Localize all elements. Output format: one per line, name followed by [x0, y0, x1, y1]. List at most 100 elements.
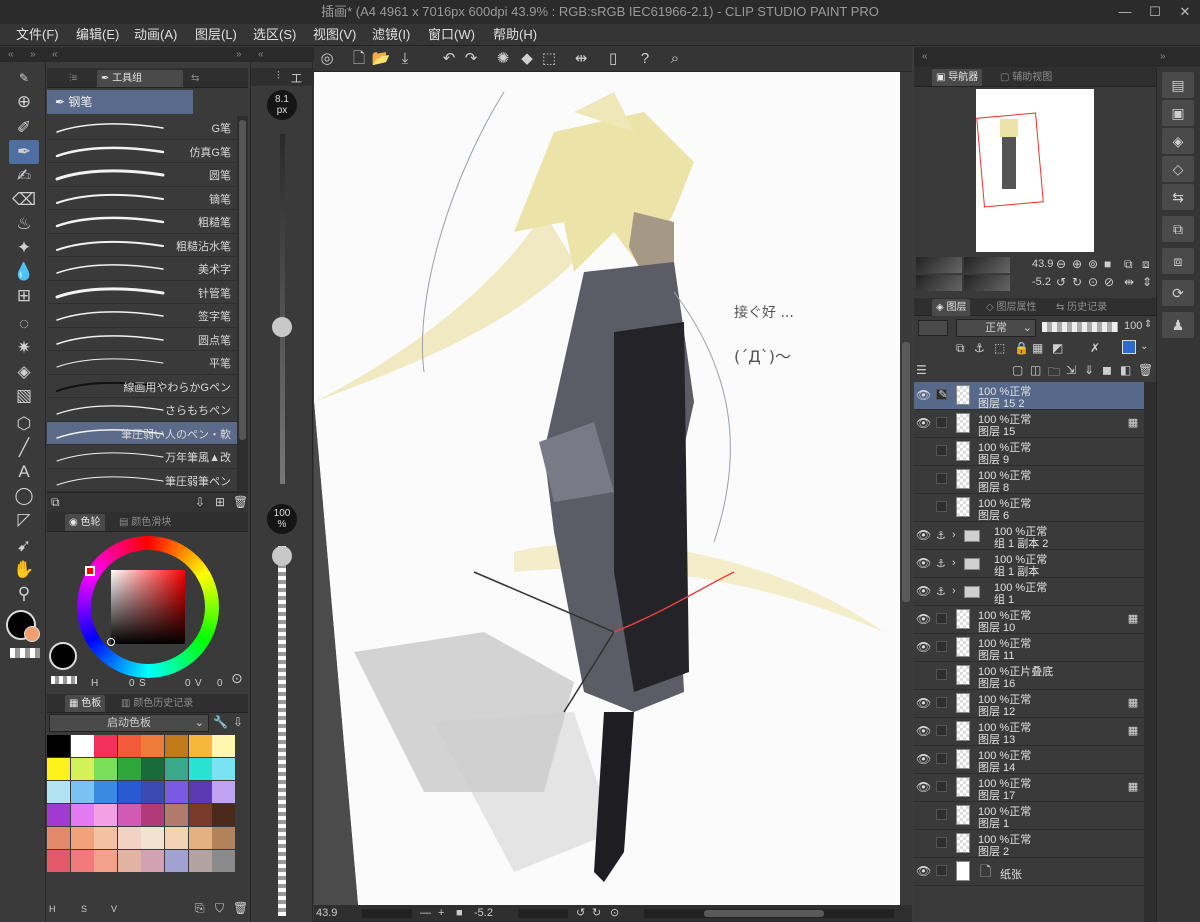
color-swatch[interactable]: [47, 804, 70, 826]
layer-menu-icon[interactable]: ☰: [916, 363, 927, 377]
redo-icon[interactable]: ↷: [460, 48, 482, 70]
layer-row[interactable]: 👁 ⚓ › 100 %正常组 1 副本 2: [914, 522, 1144, 550]
eye-icon[interactable]: 👁: [916, 556, 931, 570]
sv-cursor[interactable]: [107, 638, 115, 646]
fill-tool-icon[interactable]: ◈: [9, 360, 39, 384]
material-icon[interactable]: ▤: [1162, 72, 1194, 98]
reset-rotation-icon[interactable]: ⊙: [610, 905, 619, 922]
sub-color-chip[interactable]: [24, 626, 40, 642]
expand-icon[interactable]: »: [1160, 47, 1166, 67]
brush-item[interactable]: 線画用やわらかGペン: [47, 375, 237, 398]
layer-lock-checkbox[interactable]: [936, 725, 947, 736]
brush-item[interactable]: 仿真G笔: [47, 140, 237, 163]
color-swatch[interactable]: [212, 804, 236, 826]
layer-row[interactable]: 👁 100 %正常 图层 13 ▦: [914, 718, 1144, 746]
scrollbar-thumb[interactable]: [902, 342, 910, 602]
rotate-right-icon[interactable]: ↻: [1072, 275, 1082, 289]
layer-color-swatch[interactable]: [918, 320, 948, 336]
color-swatch[interactable]: [47, 781, 70, 803]
lasso-tool-icon[interactable]: ◌: [9, 312, 39, 336]
quick-access-icon[interactable]: ⧈: [1162, 248, 1194, 274]
expand-folder-icon[interactable]: ›: [952, 529, 956, 541]
tab-navigator[interactable]: ▣ 导航器: [932, 69, 983, 86]
actual-size-icon[interactable]: ■: [1104, 257, 1111, 271]
menu-file[interactable]: 文件(F): [16, 24, 59, 46]
color-swatch[interactable]: [141, 804, 165, 826]
reference-icon[interactable]: ⚓: [936, 557, 947, 570]
rotate-right-icon[interactable]: ↻: [592, 905, 601, 922]
eye-icon[interactable]: 👁: [916, 724, 931, 738]
layer-row[interactable]: 100 %正常 图层 9: [914, 438, 1144, 466]
brush-item[interactable]: 签字笔: [47, 304, 237, 328]
save-icon[interactable]: ⤓: [394, 48, 416, 70]
eyedropper-tool-icon[interactable]: ⚲: [9, 582, 39, 606]
airbrush-tool-icon[interactable]: ♨: [9, 212, 39, 236]
color-swatch[interactable]: [117, 804, 141, 826]
color-swatch[interactable]: [70, 781, 94, 803]
color-swatch[interactable]: [117, 758, 141, 780]
new-folder-icon[interactable]: 🗀: [1048, 363, 1060, 384]
balloon-tool-icon[interactable]: ◯: [9, 484, 39, 508]
opacity-slider-knob[interactable]: [272, 546, 292, 566]
brush-size-slider-track[interactable]: [280, 134, 285, 484]
animation-cel-icon[interactable]: ⇆: [1162, 184, 1194, 210]
brush-item[interactable]: 粗糙沾水笔: [47, 234, 237, 257]
color-swatch[interactable]: [141, 735, 165, 757]
expand-icon[interactable]: »: [236, 47, 242, 62]
tab-color-set[interactable]: ▦ 色板: [65, 695, 106, 712]
layer-lock-checkbox[interactable]: [936, 669, 947, 680]
layer-lock-checkbox[interactable]: [936, 417, 947, 428]
draft-layer-icon[interactable]: ⬚: [994, 341, 1005, 355]
layer-row[interactable]: 👁 100 %正常 图层 15 2 ✎: [914, 382, 1144, 410]
layer-row[interactable]: 👁 100 %正常 图层 14: [914, 746, 1144, 774]
copy-subtool-icon[interactable]: ⇩: [195, 495, 205, 509]
canvas-vertical-scrollbar[interactable]: [900, 72, 912, 905]
rotate-graph-2[interactable]: [964, 275, 1010, 291]
delete-subtool-icon[interactable]: 🗑: [233, 495, 248, 509]
layer-row[interactable]: 👁 100 %正常 图层 17 ▦: [914, 774, 1144, 802]
rotate-slider[interactable]: [518, 909, 568, 918]
help-icon[interactable]: ?: [634, 48, 656, 70]
hue-cursor[interactable]: [85, 566, 95, 576]
layer-row[interactable]: 👁 🗋 纸张: [914, 858, 1144, 886]
color-swatch[interactable]: [117, 850, 141, 872]
rotate-graph[interactable]: [916, 275, 962, 291]
color-swatch[interactable]: [47, 850, 70, 872]
saturation-value-square[interactable]: [111, 570, 185, 644]
palette-settings-icon[interactable]: 🔧: [213, 715, 228, 729]
zoom-out-icon[interactable]: —: [420, 905, 431, 922]
gradient-tool-icon[interactable]: ▧: [9, 384, 39, 408]
eye-hidden-slot[interactable]: [916, 836, 930, 850]
delete-layer-icon[interactable]: 🗑: [1138, 363, 1153, 377]
color-swatch[interactable]: [94, 804, 118, 826]
lock-icon[interactable]: 🔒: [1014, 341, 1029, 355]
reference-icon[interactable]: ⚓: [936, 529, 947, 542]
color-swatch[interactable]: [188, 850, 212, 872]
color-swatch[interactable]: [117, 781, 141, 803]
color-swatch[interactable]: [141, 758, 165, 780]
line-tool-icon[interactable]: ╱: [9, 436, 39, 460]
canvas-area[interactable]: 接ぐ好 ... (´Д`)〜: [314, 72, 912, 905]
layer-lock-checkbox[interactable]: [936, 781, 947, 792]
flip-horizontal-icon[interactable]: ⇹: [1124, 275, 1134, 289]
fill-selection-icon[interactable]: ◆: [516, 48, 538, 70]
eye-icon[interactable]: 👁: [916, 864, 931, 878]
brush-item[interactable]: 圆点笔: [47, 328, 237, 351]
layer-opacity-value[interactable]: 100: [1124, 320, 1142, 332]
fit-icon[interactable]: ■: [456, 905, 463, 922]
brush-item[interactable]: 美术字: [47, 257, 237, 281]
minimize-button[interactable]: —: [1110, 0, 1140, 24]
layer-lock-checkbox[interactable]: [936, 697, 947, 708]
brush-item[interactable]: 万年筆風▲改: [47, 445, 237, 469]
layer-row[interactable]: 100 %正常 图层 1: [914, 802, 1144, 830]
scrollbar-thumb[interactable]: [704, 910, 824, 917]
eye-hidden-slot[interactable]: [916, 444, 930, 458]
artist-icon[interactable]: ♟: [1162, 312, 1194, 338]
layer-lock-checkbox[interactable]: [936, 809, 947, 820]
layer-row[interactable]: 100 %正常 图层 2: [914, 830, 1144, 858]
layer-row[interactable]: 👁 100 %正常 图层 12 ▦: [914, 690, 1144, 718]
layer-color-icon[interactable]: [1122, 340, 1136, 354]
zoom-graph-2[interactable]: [964, 257, 1010, 273]
new-raster-layer-icon[interactable]: ▢: [1012, 363, 1023, 377]
tab-sub-view[interactable]: ▢ 辅助视图: [996, 69, 1056, 86]
